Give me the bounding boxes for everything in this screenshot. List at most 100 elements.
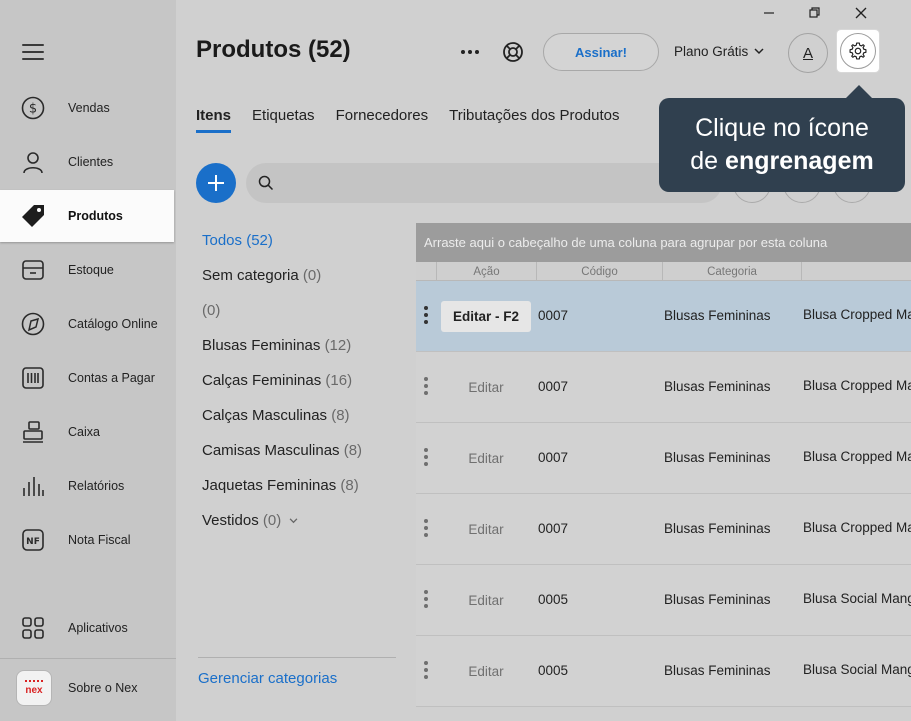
table-row[interactable]: Editar 0007 Blusas Femininas Blusa Cropp…	[416, 423, 911, 494]
category-calcas-femininas[interactable]: Calças Femininas (16)	[202, 372, 352, 389]
row-menu-icon[interactable]	[422, 661, 430, 683]
category-unnamed[interactable]: (0)	[202, 302, 220, 319]
table-row[interactable]: Editar 0007 Blusas Femininas Blusa Cropp…	[416, 494, 911, 565]
more-options-icon[interactable]	[456, 40, 484, 64]
nf-icon: NF	[20, 527, 46, 553]
row-menu-icon[interactable]	[422, 590, 430, 612]
sidebar: $ Vendas Clientes Produtos Estoque Catál…	[0, 0, 176, 721]
minimize-icon	[764, 12, 774, 14]
sidebar-item-aplicativos[interactable]: Aplicativos	[0, 602, 174, 654]
tab-fornecedores[interactable]: Fornecedores	[336, 107, 429, 133]
edit-button[interactable]: Editar	[441, 372, 531, 403]
category-jaquetas-femininas[interactable]: Jaquetas Femininas (8)	[202, 477, 359, 494]
nex-logo: nex	[16, 670, 52, 706]
edit-button[interactable]: Editar	[441, 656, 531, 687]
tab-tributacoes[interactable]: Tributações dos Produtos	[449, 107, 619, 133]
settings-button[interactable]	[837, 30, 879, 72]
cell-description: Blusa Social Mang	[803, 591, 911, 606]
minimize-button[interactable]	[746, 2, 792, 24]
sidebar-item-nota-fiscal[interactable]: NF Nota Fiscal	[0, 514, 174, 566]
restore-button[interactable]	[792, 2, 838, 24]
sidebar-item-estoque[interactable]: Estoque	[0, 244, 174, 296]
tab-itens[interactable]: Itens	[196, 107, 232, 133]
cell-code: 0007	[538, 521, 569, 536]
table-row[interactable]: Editar 0005 Blusas Femininas Blusa Socia…	[416, 565, 911, 636]
category-calcas-masculinas[interactable]: Calças Masculinas (8)	[202, 407, 350, 424]
plan-dropdown[interactable]: Plano Grátis	[674, 44, 764, 59]
tab-bar: Itens Etiquetas Fornecedores Tributações…	[196, 107, 620, 133]
row-menu-icon[interactable]	[422, 519, 430, 541]
sidebar-item-caixa[interactable]: Caixa	[0, 406, 174, 458]
sidebar-item-catalogo-online[interactable]: Catálogo Online	[0, 298, 174, 350]
page-title: Produtos (52)	[196, 36, 351, 63]
sidebar-item-contas-a-pagar[interactable]: Contas a Pagar	[0, 352, 174, 404]
sidebar-item-label: Vendas	[68, 101, 110, 115]
barcode-icon	[20, 365, 46, 391]
chevron-down-icon	[290, 518, 298, 524]
sidebar-divider	[0, 658, 176, 659]
grid-header-spacer	[416, 262, 436, 281]
sidebar-item-sobre[interactable]: nex Sobre o Nex	[0, 662, 174, 714]
search-icon	[258, 175, 274, 191]
group-by-drop-zone[interactable]: Arraste aqui o cabeçalho de uma coluna p…	[416, 223, 911, 262]
cell-code: 0007	[538, 450, 569, 465]
cell-category: Blusas Femininas	[664, 450, 771, 465]
category-todos[interactable]: Todos (52)	[202, 232, 273, 249]
tab-etiquetas[interactable]: Etiquetas	[252, 107, 315, 133]
grid-header: Ação Código Categoria	[416, 262, 911, 281]
tooltip-line1: Clique no ícone	[695, 114, 869, 142]
column-header-next[interactable]	[801, 262, 911, 281]
box-icon	[20, 257, 46, 283]
row-menu-icon[interactable]	[422, 448, 430, 470]
cell-description: Blusa Cropped Ma	[803, 449, 911, 464]
cell-description: Blusa Cropped Ma	[803, 378, 911, 393]
column-header-categoria[interactable]: Categoria	[662, 262, 801, 281]
sidebar-item-label: Caixa	[68, 425, 100, 439]
sidebar-item-label: Relatórios	[68, 479, 125, 493]
row-menu-icon[interactable]	[422, 377, 430, 399]
dollar-circle-icon: $	[20, 95, 46, 121]
category-camisas-masculinas[interactable]: Camisas Masculinas (8)	[202, 442, 362, 459]
row-menu-icon[interactable]	[422, 306, 430, 328]
search-input[interactable]	[282, 171, 702, 195]
category-vestidos[interactable]: Vestidos (0)	[202, 512, 298, 529]
category-sem-categoria[interactable]: Sem categoria (0)	[202, 267, 321, 284]
edit-button[interactable]: Editar	[441, 514, 531, 545]
apps-grid-icon	[20, 615, 46, 641]
cell-category: Blusas Femininas	[664, 663, 771, 678]
cell-code: 0005	[538, 592, 569, 607]
add-product-button[interactable]	[196, 163, 236, 203]
restore-icon	[809, 7, 820, 18]
menu-icon[interactable]	[22, 44, 44, 60]
close-button[interactable]	[838, 2, 884, 24]
column-header-acao[interactable]: Ação	[436, 262, 536, 281]
cell-code: 0005	[538, 663, 569, 678]
sidebar-item-vendas[interactable]: $ Vendas	[0, 82, 174, 134]
manage-categories-link[interactable]: Gerenciar categorias	[198, 670, 337, 687]
table-row[interactable]: Editar 0007 Blusas Femininas Blusa Cropp…	[416, 352, 911, 423]
sidebar-item-produtos[interactable]: Produtos	[0, 190, 174, 242]
column-header-codigo[interactable]: Código	[536, 262, 662, 281]
cash-register-icon	[20, 419, 46, 445]
edit-button[interactable]: Editar	[441, 443, 531, 474]
sidebar-item-clientes[interactable]: Clientes	[0, 136, 174, 188]
cell-category: Blusas Femininas	[664, 592, 771, 607]
edit-button[interactable]: Editar	[441, 585, 531, 616]
cell-category: Blusas Femininas	[664, 379, 771, 394]
avatar[interactable]: A	[788, 33, 828, 73]
cell-description: Blusa Cropped Ma	[803, 520, 911, 535]
onboarding-tooltip: Clique no ícone de engrenagem	[659, 85, 905, 192]
edit-button[interactable]: Editar - F2	[441, 301, 531, 332]
tooltip-line2: de engrenagem	[690, 147, 874, 175]
category-blusas-femininas[interactable]: Blusas Femininas (12)	[202, 337, 351, 354]
cell-code: 0007	[538, 379, 569, 394]
svg-text:$: $	[29, 102, 37, 117]
subscribe-button[interactable]: Assinar!	[543, 33, 659, 71]
table-row[interactable]: Editar - F2 0007 Blusas Femininas Blusa …	[416, 281, 911, 352]
sidebar-item-relatorios[interactable]: Relatórios	[0, 460, 174, 512]
search-bar	[246, 163, 722, 203]
table-row[interactable]: Editar 0005 Blusas Femininas Blusa Socia…	[416, 636, 911, 707]
close-icon	[855, 7, 867, 19]
help-lifebuoy-icon[interactable]	[500, 39, 526, 65]
sidebar-item-label: Estoque	[68, 263, 114, 277]
